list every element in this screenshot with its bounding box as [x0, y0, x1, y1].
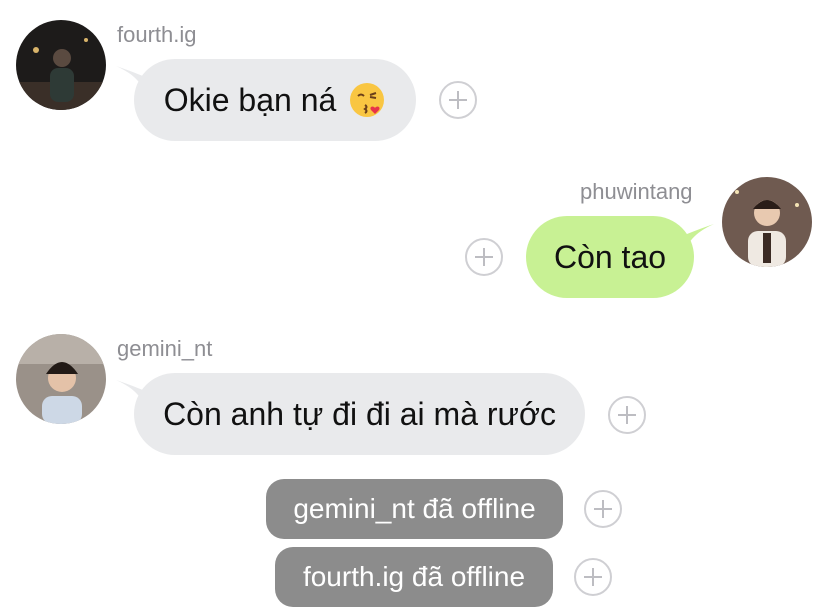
avatar-photo: [722, 177, 812, 267]
message-bubble[interactable]: Còn anh tự đi đi ai mà rước: [134, 373, 585, 455]
sender-name: fourth.ig: [117, 22, 197, 47]
sender-name: gemini_nt: [117, 336, 213, 361]
add-reaction-button[interactable]: [439, 81, 477, 119]
add-reaction-button[interactable]: [465, 238, 503, 276]
message-text: Còn tao: [553, 238, 667, 275]
add-reaction-button[interactable]: [574, 558, 612, 596]
sender-name: phuwintang: [580, 179, 693, 204]
avatar-photo: [16, 334, 106, 424]
message-text: Okie bạn ná: [163, 81, 337, 118]
system-notice-text: gemini_nt đã offline: [293, 493, 536, 524]
message-text: Còn anh tự đi đi ai mà rước: [163, 395, 556, 432]
avatar-phuwintang[interactable]: [722, 177, 812, 267]
message-bubble[interactable]: Okie bạn ná: [134, 59, 416, 141]
bubble-tail: [682, 224, 714, 260]
avatar-photo: [16, 20, 106, 110]
add-reaction-button[interactable]: [608, 396, 646, 434]
message-bubble[interactable]: Còn tao: [526, 216, 694, 298]
add-reaction-button[interactable]: [584, 490, 622, 528]
avatar-gemini-nt[interactable]: [16, 334, 106, 424]
system-notice: gemini_nt đã offline: [266, 479, 563, 539]
system-notice: fourth.ig đã offline: [275, 547, 553, 607]
kiss-emoji-icon: [350, 83, 385, 117]
avatar-fourth-ig[interactable]: [16, 20, 106, 110]
system-notice-text: fourth.ig đã offline: [302, 561, 526, 592]
